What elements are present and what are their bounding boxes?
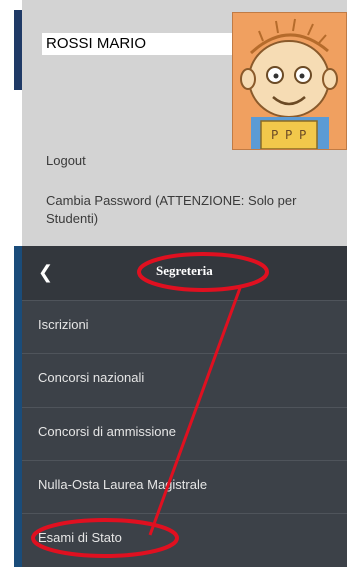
avatar: P P P — [232, 12, 347, 150]
svg-text:P: P — [271, 128, 278, 142]
menu-item-iscrizioni[interactable]: Iscrizioni — [22, 300, 347, 352]
menu-item-label: Concorsi nazionali — [38, 370, 145, 385]
avatar-illustration: P P P — [233, 13, 346, 149]
change-password-link[interactable]: Cambia Password (ATTENZIONE: Solo per St… — [46, 192, 342, 228]
menu-item-concorsi-ammissione[interactable]: Concorsi di ammissione — [22, 407, 347, 459]
menu-item-label: Nulla-Osta Laurea Magistrale — [38, 477, 208, 492]
menu-accent-bar — [14, 246, 22, 567]
svg-text:P: P — [299, 128, 306, 142]
menu-item-label: Iscrizioni — [38, 317, 89, 332]
svg-text:P: P — [285, 128, 292, 142]
profile-section: ROSSI MARIO P P P Logout Cambia Password… — [22, 0, 347, 246]
chevron-left-icon[interactable]: ❮ — [38, 262, 53, 283]
gutter-accent — [14, 10, 22, 90]
logout-link[interactable]: Logout — [46, 152, 86, 170]
menu-header: ❮ Segreteria — [22, 246, 347, 300]
side-menu: ❮ Segreteria Iscrizioni Concorsi naziona… — [22, 246, 347, 567]
menu-item-nulla-osta[interactable]: Nulla-Osta Laurea Magistrale — [22, 460, 347, 512]
menu-item-label: Esami di Stato — [38, 530, 122, 545]
menu-title: Segreteria — [156, 263, 213, 278]
menu-item-esami-di-stato[interactable]: Esami di Stato — [22, 513, 347, 565]
menu-item-label: Concorsi di ammissione — [38, 424, 176, 439]
user-name: ROSSI MARIO — [42, 33, 242, 55]
menu-item-concorsi-nazionali[interactable]: Concorsi nazionali — [22, 353, 347, 405]
